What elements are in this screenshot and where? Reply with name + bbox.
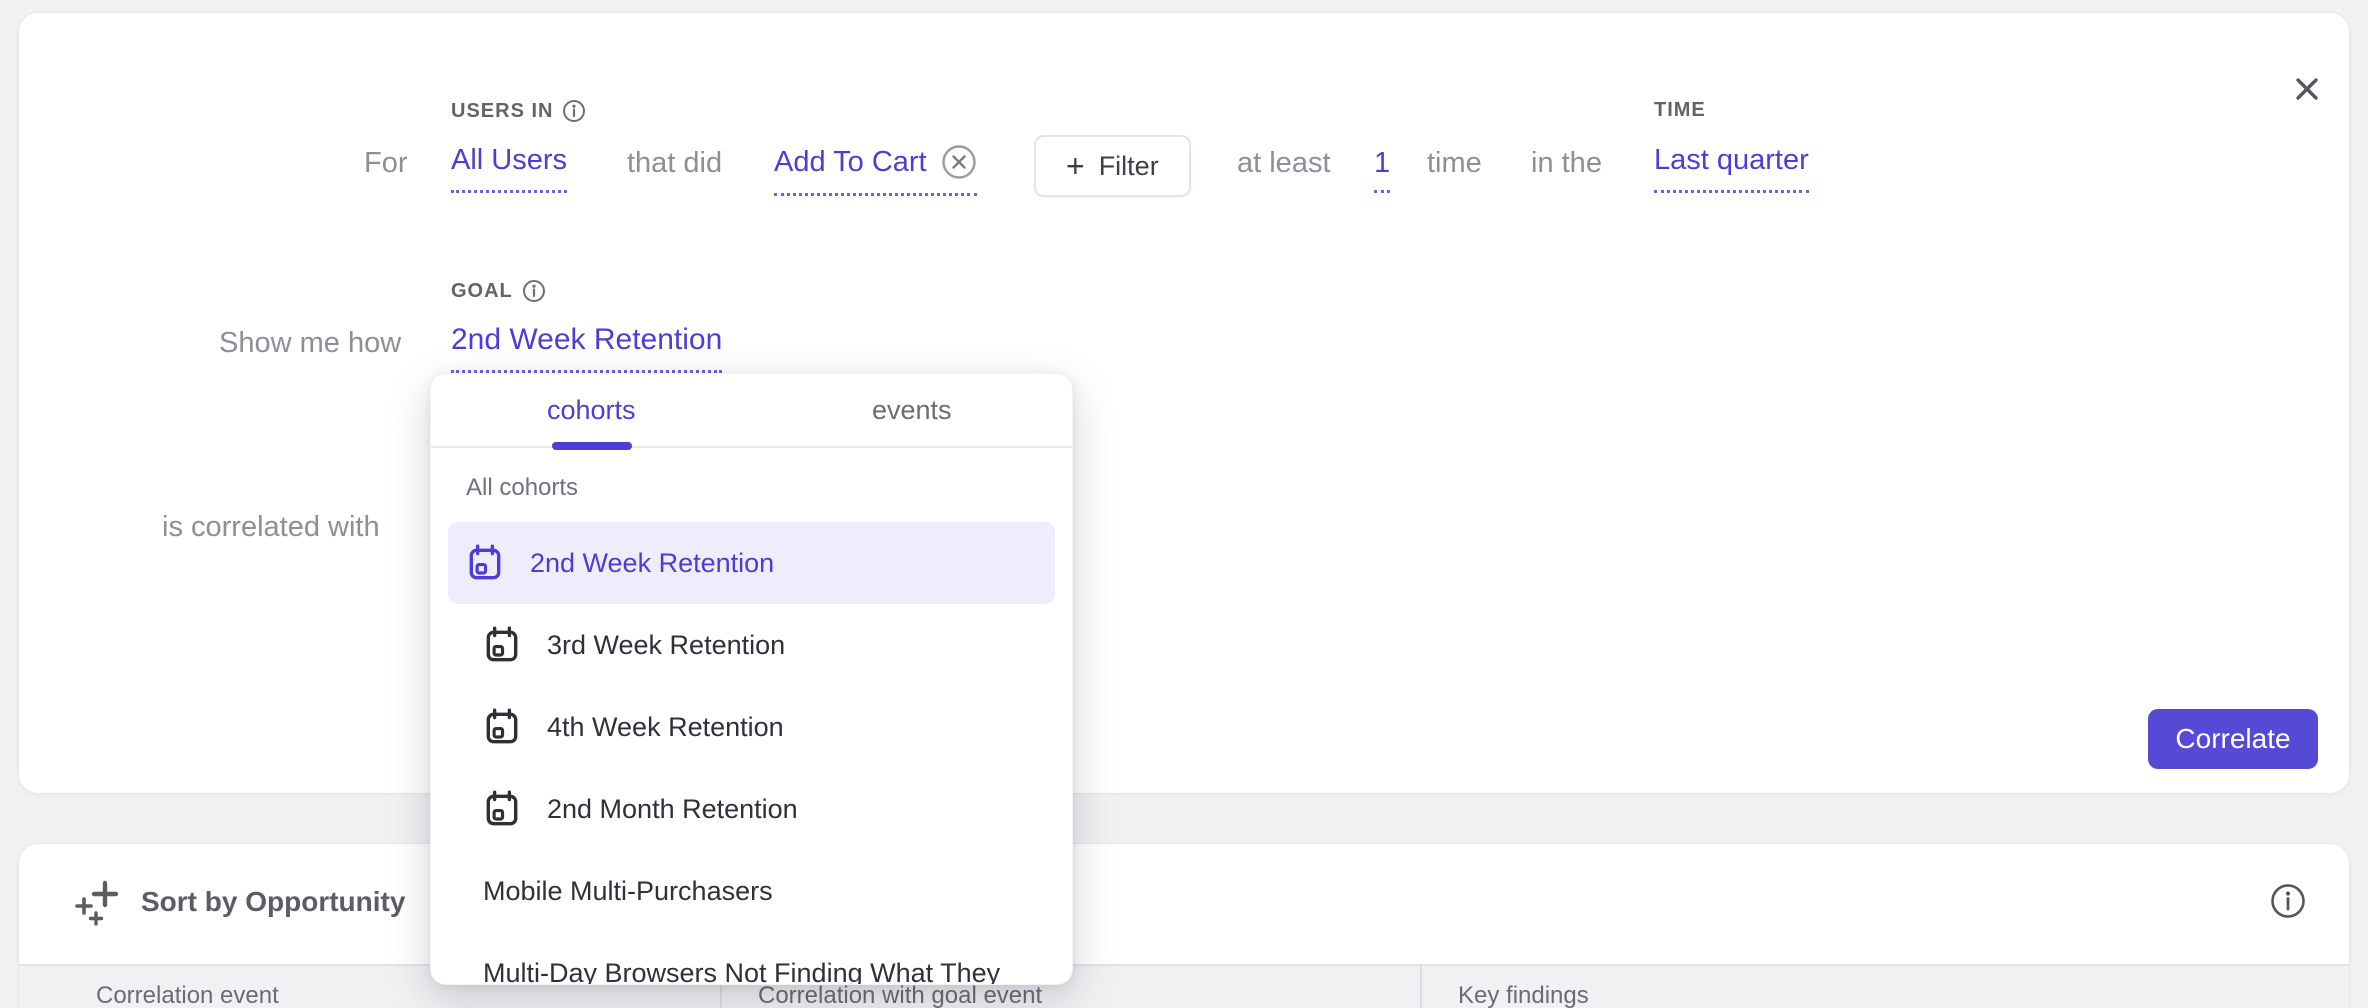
column-divider (1420, 966, 1422, 1008)
in-the-word: in the (1531, 147, 1602, 180)
info-icon[interactable] (2269, 882, 2307, 920)
calendar-icon (483, 789, 521, 829)
info-icon[interactable] (522, 279, 546, 303)
column-header-correlation-with-goal: Correlation with goal event (758, 982, 1042, 1008)
results-table-header: Correlation event Correlation with goal … (19, 964, 2349, 1008)
sparkle-icon (75, 878, 121, 926)
cohort-item-label: 3rd Week Retention (547, 630, 785, 661)
cohort-item[interactable]: Mobile Multi-Purchasers (448, 850, 1055, 932)
cohort-item-label: 2nd Week Retention (530, 548, 774, 579)
time-word: time (1427, 147, 1482, 180)
count-selector[interactable]: 1 (1374, 147, 1390, 193)
cohort-item-label: Mobile Multi-Purchasers (483, 876, 773, 907)
results-card: Sort by Opportunity Correlation event Co… (18, 843, 2350, 1008)
goal-selector[interactable]: 2nd Week Retention (451, 323, 722, 373)
cohort-item[interactable]: 4th Week Retention (448, 686, 1055, 768)
close-icon[interactable] (2281, 63, 2333, 115)
column-header-correlation-event: Correlation event (96, 982, 279, 1008)
users-selector[interactable]: All Users (451, 144, 567, 193)
remove-event-icon[interactable] (941, 144, 977, 180)
goal-selector-dropdown: cohorts events All cohorts 2nd Week Rete… (430, 373, 1073, 985)
cohort-item[interactable]: Multi-Day Browsers Not Finding What They (448, 932, 1055, 985)
results-toolbar: Sort by Opportunity (19, 844, 2349, 964)
correlation-query-card: USERS IN TIME For All Users that did Add… (18, 12, 2350, 794)
that-did-word: that did (627, 147, 722, 180)
cohort-list: 2nd Week Retention 3rd Week Retention 4th … (431, 522, 1072, 985)
cohort-item-label: 2nd Month Retention (547, 794, 798, 825)
column-header-key-findings: Key findings (1458, 982, 1589, 1008)
calendar-icon (483, 707, 521, 747)
is-correlated-with-word: is correlated with (162, 511, 380, 544)
tab-cohorts[interactable]: cohorts (431, 374, 752, 446)
add-filter-button[interactable]: + Filter (1034, 135, 1191, 197)
plus-icon: + (1066, 150, 1085, 182)
filter-button-label: Filter (1099, 151, 1159, 182)
goal-label: GOAL (451, 279, 546, 303)
active-tab-indicator (552, 442, 632, 450)
dropdown-body: All cohorts 2nd Week Retention 3rd Week R… (431, 448, 1072, 985)
time-label: TIME (1654, 99, 1706, 122)
goal-label-text: GOAL (451, 280, 513, 303)
event-selector[interactable]: Add To Cart (774, 144, 977, 196)
users-in-label-text: USERS IN (451, 100, 553, 123)
cohort-item[interactable]: 2nd Month Retention (448, 768, 1055, 850)
for-word: For (364, 147, 408, 180)
correlate-button[interactable]: Correlate (2148, 709, 2318, 769)
dropdown-tabs: cohorts events (431, 374, 1072, 448)
cohort-item[interactable]: 3rd Week Retention (448, 604, 1055, 686)
tab-events[interactable]: events (752, 374, 1073, 446)
calendar-icon (466, 543, 504, 583)
cohort-item[interactable]: 2nd Week Retention (448, 522, 1055, 604)
calendar-icon (483, 625, 521, 665)
timerange-selector[interactable]: Last quarter (1654, 144, 1809, 193)
show-me-how-word: Show me how (219, 327, 401, 360)
time-label-text: TIME (1654, 99, 1706, 122)
cohort-item-label: Multi-Day Browsers Not Finding What They (483, 958, 1000, 986)
at-least-word: at least (1237, 147, 1331, 180)
cohort-item-label: 4th Week Retention (547, 712, 784, 743)
cohort-section-label: All cohorts (466, 474, 1072, 502)
sort-by-opportunity-label: Sort by Opportunity (141, 886, 405, 918)
event-selector-label: Add To Cart (774, 146, 927, 179)
info-icon[interactable] (562, 99, 586, 123)
users-in-label: USERS IN (451, 99, 586, 123)
sort-by-opportunity-button[interactable]: Sort by Opportunity (75, 878, 405, 926)
